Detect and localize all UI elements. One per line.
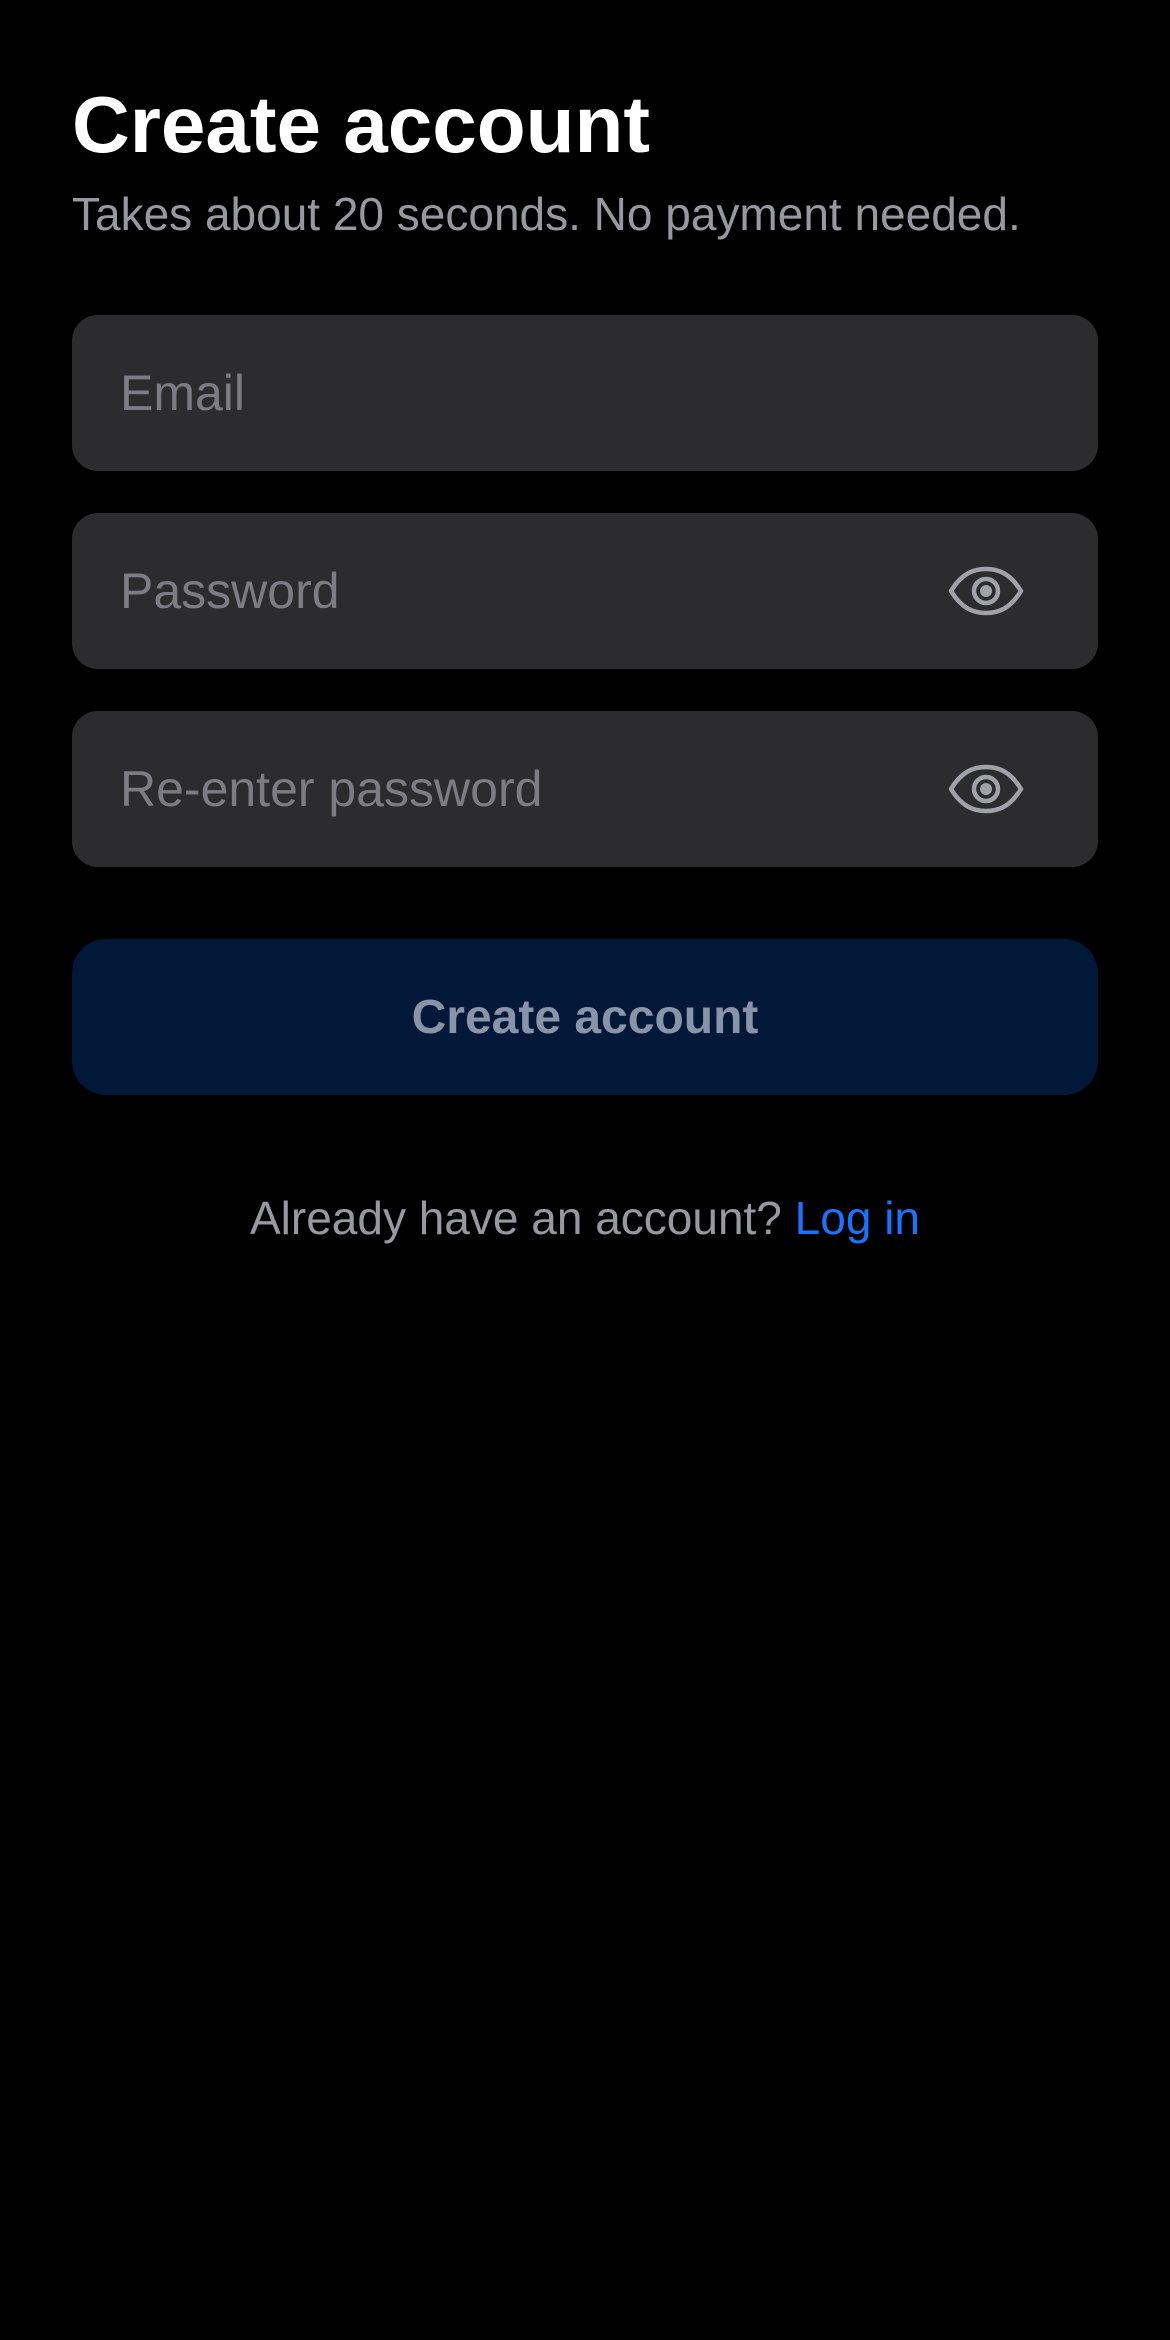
email-field[interactable]	[120, 315, 960, 471]
eye-icon[interactable]	[946, 557, 1026, 625]
login-prompt: Already have an account? Log in	[72, 1188, 1098, 1248]
password-field[interactable]	[120, 513, 960, 669]
log-in-link[interactable]: Log in	[795, 1192, 920, 1244]
create-account-button[interactable]: Create account	[72, 939, 1098, 1095]
page-subtitle: Takes about 20 seconds. No payment neede…	[72, 188, 1021, 240]
eye-icon-graphic	[948, 566, 1024, 616]
email-field-container	[72, 315, 1098, 471]
page-title: Create account	[72, 80, 650, 169]
confirm-password-field[interactable]	[120, 711, 960, 867]
eye-icon[interactable]	[946, 755, 1026, 823]
eye-icon-graphic	[948, 764, 1024, 814]
login-prompt-text: Already have an account?	[249, 1192, 795, 1244]
create-account-screen: Create account Takes about 20 seconds. N…	[0, 0, 1170, 2340]
password-field-container	[72, 513, 1098, 669]
confirm-password-field-container	[72, 711, 1098, 867]
